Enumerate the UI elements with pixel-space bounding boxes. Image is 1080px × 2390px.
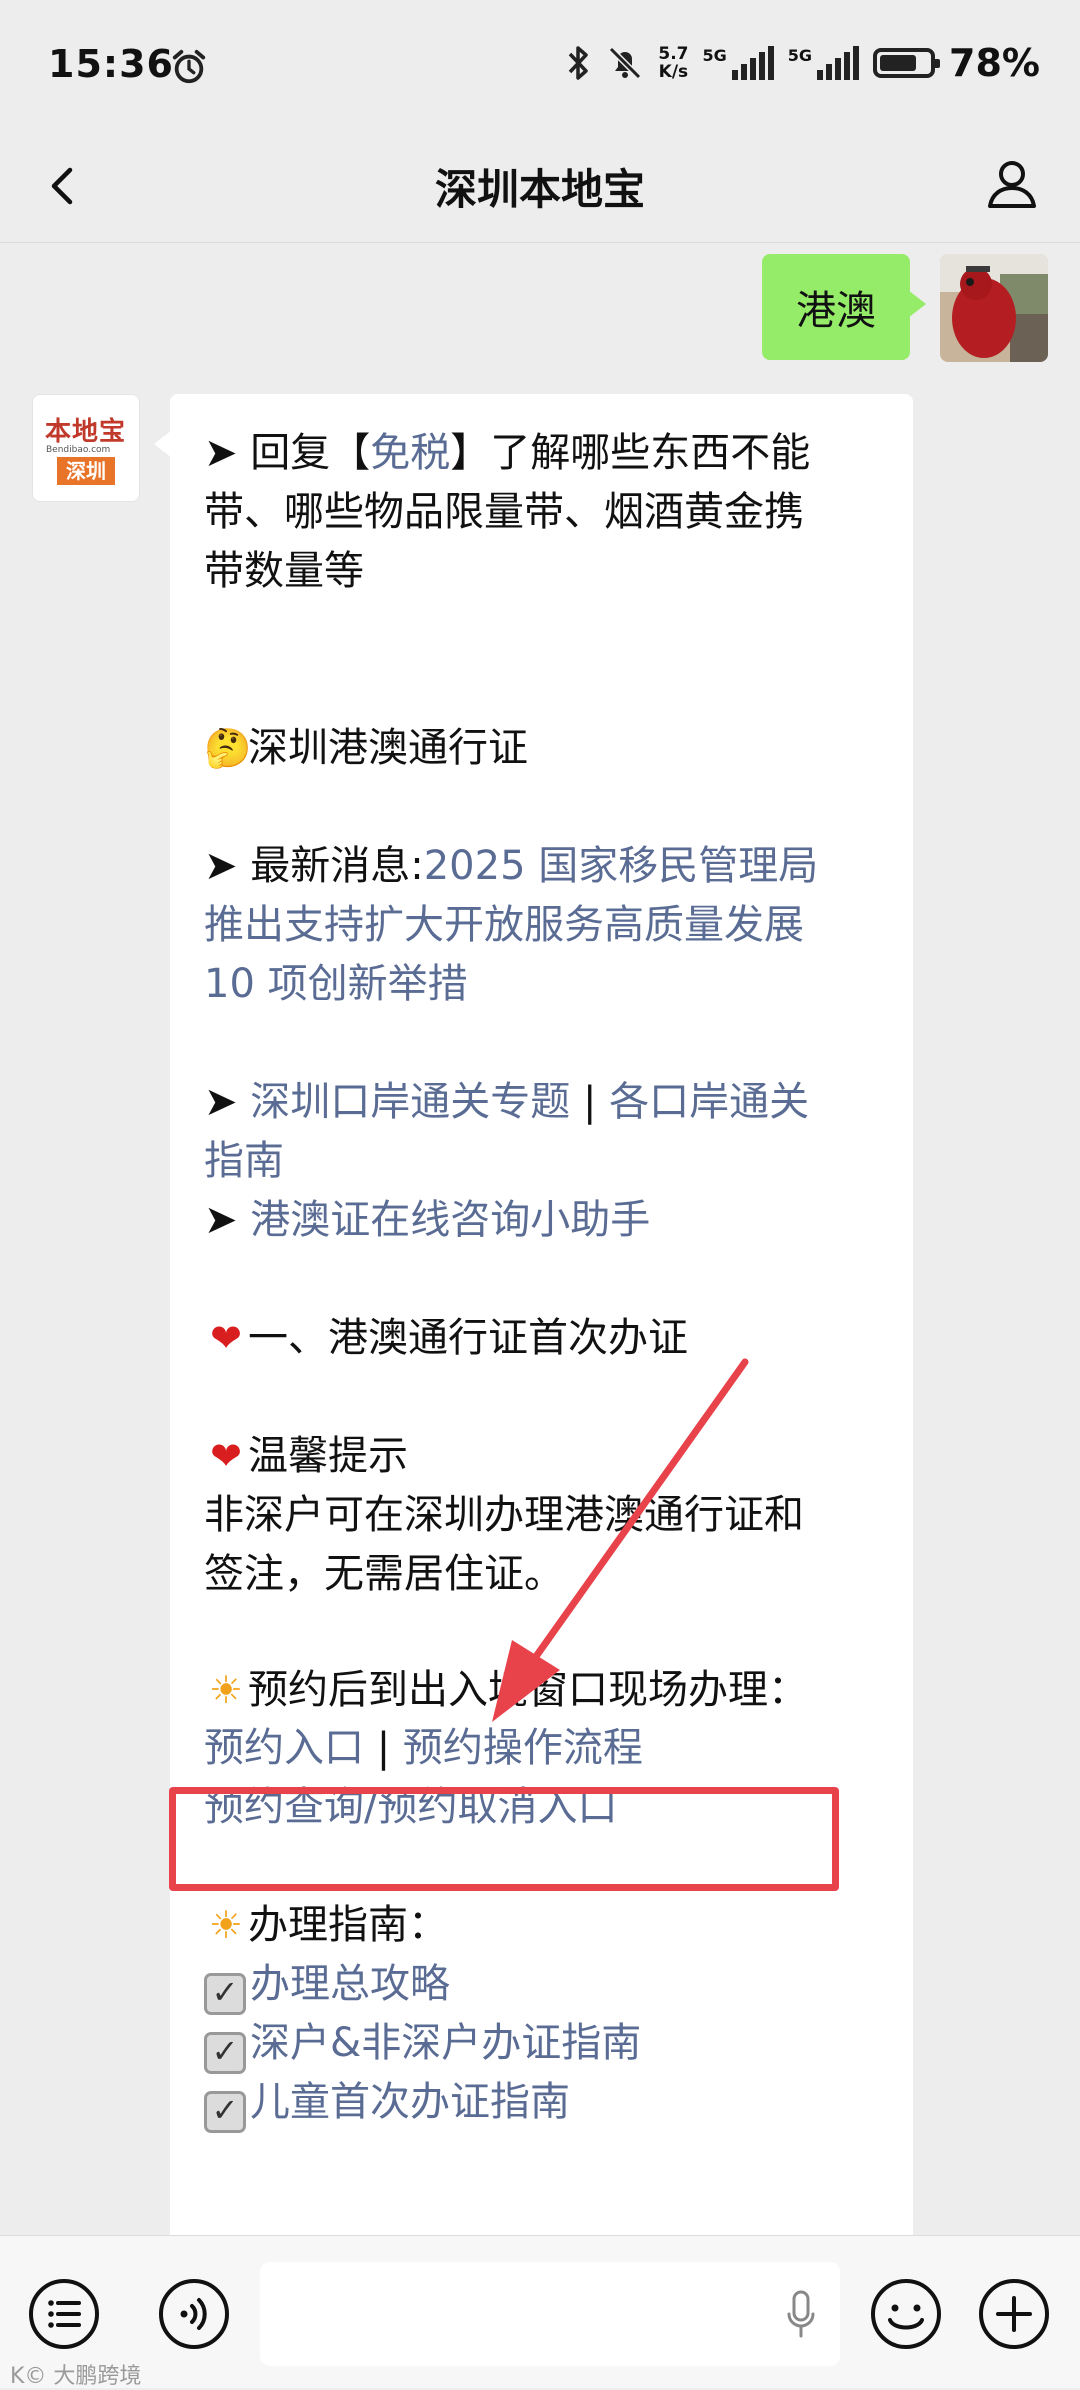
reply-tip-line: ➤ 回复【免税】了解哪些东西不能	[204, 424, 885, 483]
news-line: ➤ 最新消息:2025 国家移民管理局	[204, 837, 885, 896]
network-type-2: 5G	[787, 46, 813, 65]
assistant-line: ➤ 港澳证在线咨询小助手	[204, 1191, 885, 1250]
text: ➤	[204, 1079, 251, 1125]
text: ➤	[204, 1197, 251, 1243]
network-speed: 5.7 K/s	[658, 45, 688, 81]
signal-2: 5G	[787, 46, 860, 80]
chat-header: 深圳本地宝	[0, 130, 1080, 243]
status-bar: 15:36 5.7 K/s 5G 5G 78%	[0, 0, 1080, 130]
logo-text: 本地宝	[45, 417, 127, 447]
checkbox-icon: ✓	[204, 2032, 246, 2074]
battery-icon	[873, 48, 941, 78]
battery-fill	[880, 55, 917, 71]
online-assistant-link[interactable]: 港澳证在线咨询小助手	[250, 1197, 650, 1243]
official-account-avatar[interactable]: 本地宝 Bendibao.com 深圳	[32, 394, 140, 502]
guide-item: ✓ 深户&非深户办证指南	[204, 2014, 885, 2074]
port-topic-link[interactable]: 深圳口岸通关专题	[250, 1079, 570, 1125]
section-heading: 🤔深圳港澳通行证	[204, 719, 885, 778]
text: 深圳港澳通行证	[248, 725, 528, 771]
checkbox-icon: ✓	[204, 1973, 246, 2015]
guide-item: ✓ 儿童首次办证指南	[204, 2073, 885, 2133]
profile-icon[interactable]	[980, 152, 1044, 216]
message-input[interactable]	[260, 2262, 840, 2366]
menu-list-icon[interactable]	[26, 2276, 102, 2352]
watermark: K© 大鹏跨境	[10, 2364, 142, 2389]
voice-input-icon[interactable]	[156, 2276, 232, 2352]
bluetooth-icon	[569, 46, 589, 80]
text-line: 带数量等	[204, 548, 364, 594]
incoming-message-bubble: ➤ 回复【免税】了解哪些东西不能 带、哪些物品限量带、烟酒黄金携 带数量等 🤔深…	[154, 394, 913, 2274]
duty-free-link[interactable]: 免税	[370, 430, 450, 476]
checkbox-icon: ✓	[204, 2091, 246, 2133]
separator: |	[364, 1725, 403, 1771]
news-link[interactable]: 2025 国家移民管理局	[424, 843, 819, 889]
guide-overview-link[interactable]: 办理总攻略	[250, 1961, 450, 2007]
heart-icon: ❤	[210, 1434, 242, 1478]
signal-1: 5G	[703, 46, 774, 80]
heart-icon: ❤	[210, 1316, 242, 1360]
microphone-icon[interactable]	[786, 2290, 816, 2340]
battery-percent: 78%	[949, 41, 1040, 85]
chat-title: 深圳本地宝	[434, 165, 645, 214]
logo-site: Bendibao.com	[46, 445, 111, 455]
thinking-face-icon: 🤔	[204, 726, 252, 770]
appointment-entry-link[interactable]: 预约入口	[204, 1725, 364, 1771]
highlight-box	[169, 1787, 839, 1891]
speed-unit: K/s	[658, 62, 689, 82]
text: ➤ 回复【	[204, 430, 371, 476]
section-heading: ❤ 一、港澳通行证首次办证	[204, 1309, 885, 1368]
alarm-clock-icon	[172, 49, 206, 84]
separator: |	[570, 1079, 610, 1125]
mute-bell-icon	[609, 46, 642, 80]
news-link-cont[interactable]: 10 项创新举措	[204, 955, 885, 1014]
text-line: 签注，无需居住证。	[204, 1551, 564, 1597]
text: 办理指南：	[248, 1902, 448, 1948]
text-line: 带、哪些物品限量带、烟酒黄金携	[204, 489, 804, 535]
appointment-heading: ☀ 预约后到出入境窗口现场办理：	[204, 1661, 885, 1720]
port-guide-link[interactable]: 各口岸通关	[609, 1079, 809, 1125]
text: ➤ 最新消息:	[204, 843, 424, 889]
user-avatar[interactable]	[940, 254, 1048, 362]
appointment-links-line: 预约入口 | 预约操作流程	[204, 1719, 885, 1778]
network-type-1: 5G	[702, 46, 727, 65]
tip-heading: ❤ 温馨提示	[204, 1427, 885, 1486]
guide-heading: ☀ 办理指南：	[204, 1896, 885, 1955]
port-links-line: ➤ 深圳口岸通关专题 | 各口岸通关	[204, 1073, 885, 1132]
text-line: 非深户可在深圳办理港澳通行证和	[204, 1492, 804, 1538]
outgoing-message-bubble[interactable]: 港澳	[762, 254, 926, 360]
residency-guide-link[interactable]: 深户&非深户办证指南	[250, 2020, 641, 2066]
status-time: 15:36	[48, 42, 174, 86]
guide-item: ✓ 办理总攻略	[204, 1955, 885, 2015]
emoji-icon[interactable]	[868, 2276, 944, 2352]
text: 预约后到出入境窗口现场办理：	[248, 1667, 808, 1713]
input-toolbar: K© 大鹏跨境	[0, 2235, 1080, 2389]
sun-icon: ☀	[208, 1903, 244, 1947]
plus-icon[interactable]	[976, 2276, 1052, 2352]
speed-value: 5.7	[658, 44, 689, 64]
child-guide-link[interactable]: 儿童首次办证指南	[250, 2079, 570, 2125]
news-link-cont[interactable]: 推出支持扩大开放服务高质量发展	[204, 896, 885, 955]
text: 温馨提示	[248, 1433, 408, 1479]
text: 】了解哪些东西不能	[450, 430, 811, 476]
appointment-process-link[interactable]: 预约操作流程	[403, 1725, 643, 1771]
sun-icon: ☀	[208, 1668, 244, 1712]
logo-city: 深圳	[57, 457, 115, 485]
text: 一、港澳通行证首次办证	[248, 1315, 688, 1361]
port-guide-link-cont[interactable]: 指南	[204, 1132, 885, 1191]
outgoing-message-text: 港澳	[796, 288, 876, 334]
